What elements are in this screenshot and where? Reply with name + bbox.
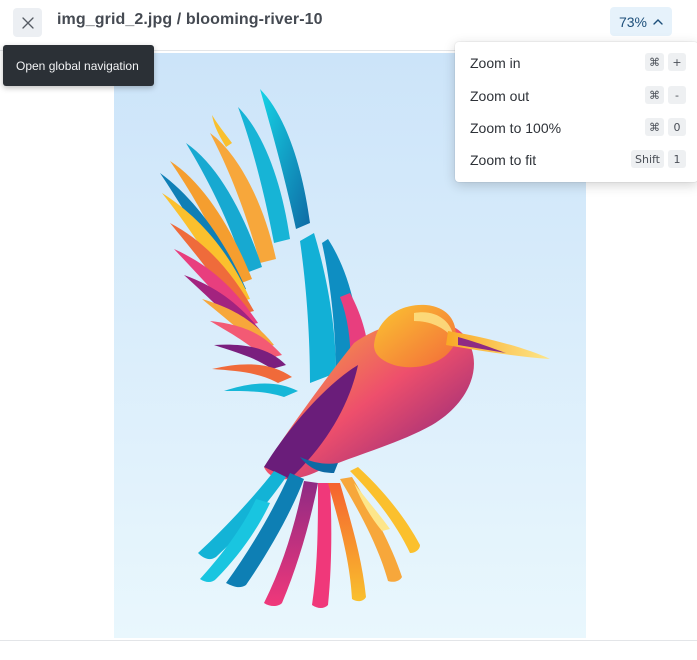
menu-item-zoom-fit[interactable]: Zoom to fit Shift 1 [455, 144, 697, 176]
command-key: ⌘ [645, 118, 664, 136]
plus-key: + [668, 53, 686, 71]
menu-item-label: Zoom out [470, 88, 530, 104]
menu-item-label: Zoom to 100% [470, 120, 562, 136]
shift-key: Shift [630, 150, 664, 168]
zero-key: 0 [668, 118, 686, 136]
command-key: ⌘ [645, 86, 664, 104]
zoom-menu: Zoom in ⌘ + Zoom out ⌘ - Zoom to 100% ⌘ … [455, 42, 697, 182]
zoom-level-label: 73% [618, 13, 648, 30]
menu-item-zoom-100[interactable]: Zoom to 100% ⌘ 0 [455, 112, 697, 144]
chevron-up-icon [653, 19, 663, 25]
shortcut-keys: ⌘ - [645, 86, 686, 104]
close-button[interactable] [13, 8, 42, 37]
menu-item-label: Zoom in [470, 55, 521, 71]
shortcut-keys: Shift 1 [630, 150, 686, 168]
menu-item-zoom-out[interactable]: Zoom out ⌘ - [455, 80, 697, 112]
viewer-header: img_grid_2.jpg / blooming-river-10 73% [0, 0, 697, 44]
minus-key: - [668, 86, 686, 104]
tooltip-text: Open global navigation [16, 58, 139, 73]
zoom-level-button[interactable]: 73% [610, 7, 672, 36]
menu-item-zoom-in[interactable]: Zoom in ⌘ + [455, 47, 697, 79]
global-navigation-tooltip: Open global navigation [3, 45, 154, 86]
shortcut-keys: ⌘ 0 [645, 118, 686, 136]
shortcut-keys: ⌘ + [645, 53, 686, 71]
image-title: img_grid_2.jpg / blooming-river-10 [57, 11, 323, 28]
close-icon [21, 16, 34, 29]
one-key: 1 [668, 150, 686, 168]
menu-item-label: Zoom to fit [470, 152, 537, 168]
command-key: ⌘ [645, 53, 664, 71]
footer-divider [0, 640, 697, 641]
